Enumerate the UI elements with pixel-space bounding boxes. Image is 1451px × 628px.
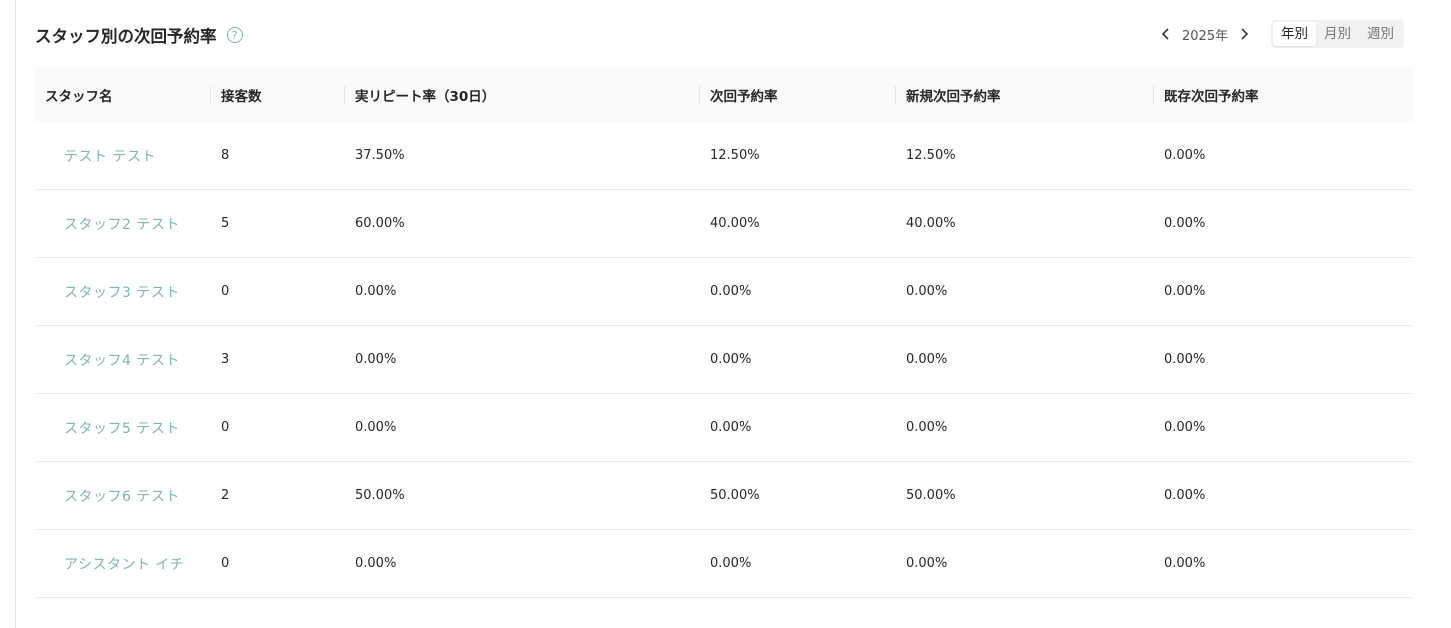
new-next-rate-cell: 0.00% xyxy=(906,284,948,299)
new-next-rate-cell: 50.00% xyxy=(906,488,956,503)
staff-name-link[interactable]: スタッフ2 テスト xyxy=(64,214,180,234)
existing-next-rate-cell: 0.00% xyxy=(1164,556,1206,571)
column-header-existing-next: 既存次回予約率 xyxy=(1153,68,1259,122)
panel-header: スタッフ別の次回予約率 ? 2025年 年別 月別 週別 xyxy=(35,18,1413,50)
visits-cell: 8 xyxy=(221,148,230,163)
existing-next-rate-cell: 0.00% xyxy=(1164,148,1206,163)
existing-next-rate-cell: 0.00% xyxy=(1164,352,1206,367)
staff-name-link[interactable]: スタッフ6 テスト xyxy=(64,486,180,506)
staff-name-cell: スタッフ5 テスト xyxy=(64,394,180,461)
table-row: スタッフ5 テスト 0 0.00% 0.00% 0.00% 0.00% xyxy=(35,394,1413,462)
visits-cell: 3 xyxy=(221,352,230,367)
staff-name-cell: スタッフ4 テスト xyxy=(64,326,180,393)
existing-next-rate-cell: 0.00% xyxy=(1164,420,1206,435)
next-rate-cell: 0.00% xyxy=(710,284,752,299)
staff-next-booking-panel: スタッフ別の次回予約率 ? 2025年 年別 月別 週別 スタッフ名 接客数 実… xyxy=(35,0,1413,628)
column-header-new-next: 新規次回予約率 xyxy=(895,68,1001,122)
repeat-rate-cell: 37.50% xyxy=(355,148,405,163)
existing-next-rate-cell: 0.00% xyxy=(1164,284,1206,299)
column-header-repeat: 実リピート率（30日） xyxy=(344,68,495,122)
chevron-right-icon[interactable] xyxy=(1237,24,1251,44)
tab-weekly[interactable]: 週別 xyxy=(1359,22,1402,46)
visits-cell: 5 xyxy=(221,216,230,231)
column-header-next: 次回予約率 xyxy=(699,68,778,122)
staff-name-cell: スタッフ6 テスト xyxy=(64,462,180,529)
column-header-visits: 接客数 xyxy=(210,68,262,122)
next-rate-cell: 12.50% xyxy=(710,148,760,163)
new-next-rate-cell: 0.00% xyxy=(906,556,948,571)
chevron-left-icon[interactable] xyxy=(1159,24,1173,44)
existing-next-rate-cell: 0.00% xyxy=(1164,216,1206,231)
staff-name-cell: スタッフ2 テスト xyxy=(64,190,180,257)
staff-name-cell: スタッフ3 テスト xyxy=(64,258,180,325)
staff-name-cell: テスト テスト xyxy=(64,122,156,189)
table-body: テスト テスト 8 37.50% 12.50% 12.50% 0.00% スタッ… xyxy=(35,122,1413,598)
staff-name-cell: アシスタント イチ xyxy=(64,530,184,597)
left-divider xyxy=(15,0,16,628)
staff-name-link[interactable]: アシスタント イチ xyxy=(64,554,184,574)
repeat-rate-cell: 0.00% xyxy=(355,352,397,367)
table-row: アシスタント イチ 0 0.00% 0.00% 0.00% 0.00% xyxy=(35,530,1413,598)
next-rate-cell: 0.00% xyxy=(710,352,752,367)
staff-table: スタッフ名 接客数 実リピート率（30日） 次回予約率 新規次回予約率 既存次回… xyxy=(35,68,1413,598)
repeat-rate-cell: 50.00% xyxy=(355,488,405,503)
column-header-staff: スタッフ名 xyxy=(45,89,113,105)
staff-name-link[interactable]: スタッフ3 テスト xyxy=(64,282,180,302)
new-next-rate-cell: 0.00% xyxy=(906,352,948,367)
tab-yearly[interactable]: 年別 xyxy=(1273,22,1316,46)
next-rate-cell: 40.00% xyxy=(710,216,760,231)
panel-title: スタッフ別の次回予約率 xyxy=(35,27,217,46)
new-next-rate-cell: 12.50% xyxy=(906,148,956,163)
period-toggle: 年別 月別 週別 xyxy=(1271,20,1404,48)
next-rate-cell: 0.00% xyxy=(710,420,752,435)
repeat-rate-cell: 0.00% xyxy=(355,420,397,435)
visits-cell: 0 xyxy=(221,284,230,299)
year-label: 2025年 xyxy=(1182,28,1229,44)
table-row: スタッフ2 テスト 5 60.00% 40.00% 40.00% 0.00% xyxy=(35,190,1413,258)
next-rate-cell: 0.00% xyxy=(710,556,752,571)
table-row: スタッフ4 テスト 3 0.00% 0.00% 0.00% 0.00% xyxy=(35,326,1413,394)
table-header: スタッフ名 接客数 実リピート率（30日） 次回予約率 新規次回予約率 既存次回… xyxy=(35,68,1413,122)
staff-name-link[interactable]: スタッフ5 テスト xyxy=(64,418,180,438)
visits-cell: 0 xyxy=(221,556,230,571)
table-row: スタッフ3 テスト 0 0.00% 0.00% 0.00% 0.00% xyxy=(35,258,1413,326)
staff-name-link[interactable]: スタッフ4 テスト xyxy=(64,350,180,370)
table-row: テスト テスト 8 37.50% 12.50% 12.50% 0.00% xyxy=(35,122,1413,190)
repeat-rate-cell: 0.00% xyxy=(355,556,397,571)
repeat-rate-cell: 60.00% xyxy=(355,216,405,231)
visits-cell: 2 xyxy=(221,488,230,503)
visits-cell: 0 xyxy=(221,420,230,435)
panel-title-wrap: スタッフ別の次回予約率 ? xyxy=(35,23,243,47)
next-rate-cell: 50.00% xyxy=(710,488,760,503)
repeat-rate-cell: 0.00% xyxy=(355,284,397,299)
new-next-rate-cell: 40.00% xyxy=(906,216,956,231)
question-circle-icon[interactable]: ? xyxy=(226,27,243,43)
table-row: スタッフ6 テスト 2 50.00% 50.00% 50.00% 0.00% xyxy=(35,462,1413,530)
staff-name-link[interactable]: テスト テスト xyxy=(64,146,156,166)
tab-monthly[interactable]: 月別 xyxy=(1316,22,1359,46)
new-next-rate-cell: 0.00% xyxy=(906,420,948,435)
existing-next-rate-cell: 0.00% xyxy=(1164,488,1206,503)
year-navigator: 2025年 xyxy=(1159,24,1251,44)
